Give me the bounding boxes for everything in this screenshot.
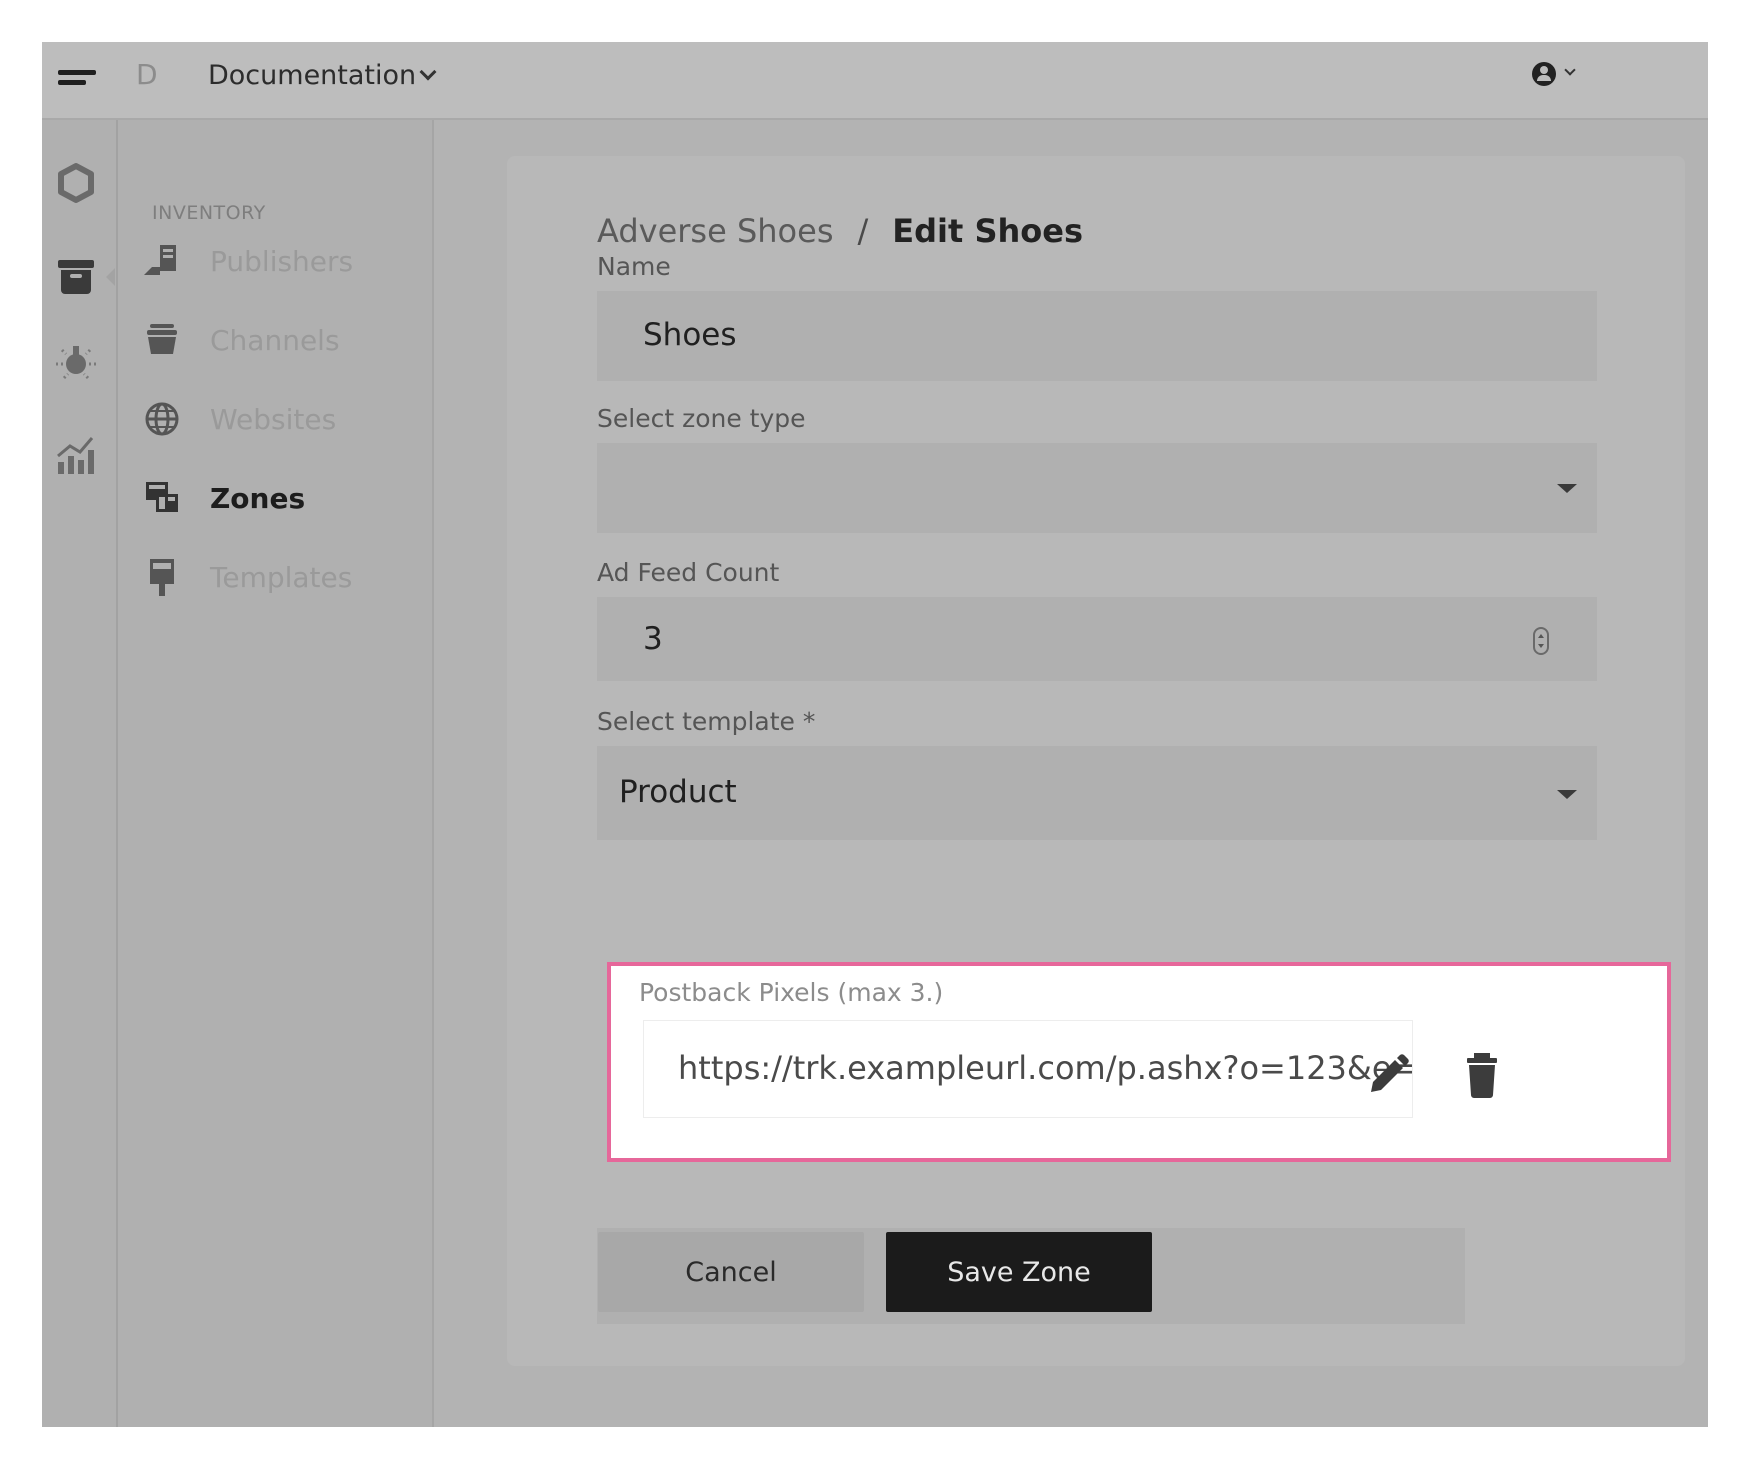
globe-icon bbox=[142, 399, 182, 439]
hub-icon[interactable] bbox=[52, 160, 100, 208]
save-zone-button[interactable]: Save Zone bbox=[886, 1232, 1152, 1312]
postback-url-value: https://trk.exampleurl.com/p.ashx?o=123&… bbox=[678, 1049, 1413, 1087]
caret-down-icon bbox=[1557, 484, 1577, 493]
caret-down-icon bbox=[1557, 790, 1577, 799]
templates-icon bbox=[142, 557, 182, 597]
inventory-box-icon[interactable] bbox=[52, 252, 100, 300]
ad-feed-count-input[interactable]: 3 bbox=[597, 597, 1597, 681]
menu-icon[interactable] bbox=[58, 67, 98, 97]
breadcrumb-current: Edit Shoes bbox=[892, 212, 1083, 250]
sidebar-item-label: Zones bbox=[210, 481, 306, 515]
project-label: Documentation bbox=[208, 60, 417, 91]
postback-pixels-section: Postback Pixels (max 3.) https://trk.exa… bbox=[607, 962, 1671, 1162]
inventory-sidebar: INVENTORY Publishers Channels Websites Z… bbox=[118, 120, 434, 1427]
edit-zone-card: Adverse Shoes / Edit Shoes Name Shoes Sele… bbox=[507, 156, 1685, 1366]
postback-url-field[interactable]: https://trk.exampleurl.com/p.ashx?o=123&… bbox=[643, 1020, 1413, 1118]
breadcrumb-separator: / bbox=[857, 212, 869, 250]
number-stepper-icon[interactable] bbox=[1533, 627, 1549, 655]
sidebar-item-templates[interactable]: Templates bbox=[142, 552, 352, 602]
template-value: Product bbox=[619, 774, 737, 810]
sidebar-item-label: Channels bbox=[210, 323, 340, 357]
sidebar-item-label: Templates bbox=[210, 560, 353, 594]
app-window: D Documentation INVENTORY Publishers Cha… bbox=[42, 42, 1708, 1427]
active-indicator bbox=[106, 268, 115, 286]
lightbulb-icon[interactable] bbox=[52, 338, 100, 386]
user-avatar-icon bbox=[1532, 62, 1556, 86]
icon-rail bbox=[42, 120, 118, 1427]
template-label: Select template * bbox=[597, 707, 816, 736]
sidebar-item-publishers[interactable]: Publishers bbox=[142, 236, 353, 286]
sidebar-item-label: Publishers bbox=[210, 244, 354, 278]
delete-trash-icon[interactable] bbox=[1457, 1050, 1507, 1100]
breadcrumb-parent[interactable]: Adverse Shoes bbox=[597, 212, 833, 250]
zones-icon bbox=[142, 478, 182, 518]
sidebar-item-label: Websites bbox=[210, 402, 337, 436]
section-title: INVENTORY bbox=[152, 202, 266, 224]
template-select[interactable]: Product bbox=[597, 746, 1597, 840]
cancel-button[interactable]: Cancel bbox=[598, 1232, 864, 1312]
user-menu[interactable] bbox=[1532, 62, 1576, 86]
sidebar-item-channels[interactable]: Channels bbox=[142, 315, 340, 365]
brand-logo: D bbox=[136, 58, 158, 91]
chevron-down-icon bbox=[1564, 64, 1576, 76]
name-value: Shoes bbox=[643, 317, 737, 353]
channels-icon bbox=[142, 320, 182, 360]
name-field[interactable]: Shoes bbox=[597, 291, 1597, 381]
top-bar: D Documentation bbox=[42, 42, 1708, 120]
postback-pixels-label: Postback Pixels (max 3.) bbox=[639, 978, 944, 1007]
edit-pencil-icon[interactable] bbox=[1363, 1050, 1413, 1100]
ad-feed-count-value: 3 bbox=[643, 621, 663, 657]
analytics-chart-icon[interactable] bbox=[52, 432, 100, 480]
chevron-down-icon bbox=[419, 63, 437, 80]
sidebar-item-zones[interactable]: Zones bbox=[142, 473, 305, 523]
sidebar-item-websites[interactable]: Websites bbox=[142, 394, 336, 444]
publishers-icon bbox=[142, 241, 182, 281]
name-label: Name bbox=[597, 252, 671, 281]
zone-type-label: Select zone type bbox=[597, 404, 806, 433]
breadcrumb: Adverse Shoes / Edit Shoes bbox=[597, 212, 1083, 250]
project-dropdown[interactable]: Documentation bbox=[208, 60, 437, 91]
zone-type-select[interactable] bbox=[597, 443, 1597, 533]
ad-feed-count-label: Ad Feed Count bbox=[597, 558, 780, 587]
